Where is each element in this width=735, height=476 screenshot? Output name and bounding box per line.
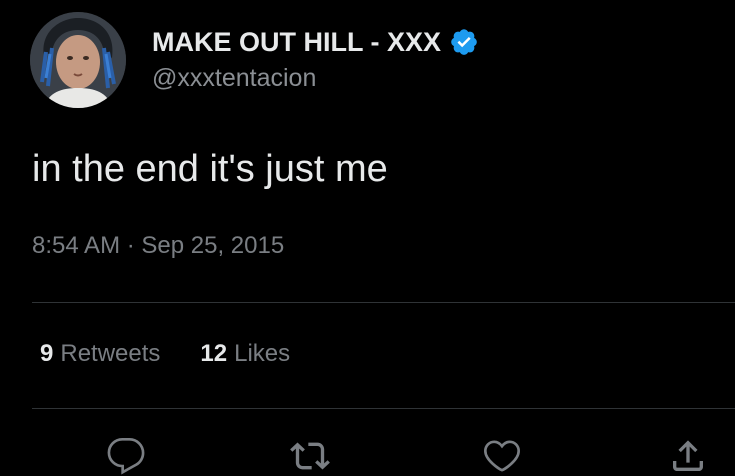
- retweet-button[interactable]: [290, 436, 330, 476]
- like-button[interactable]: [482, 436, 522, 476]
- avatar-image: [30, 12, 126, 108]
- retweets-count: 9: [40, 340, 54, 367]
- action-bar: [0, 430, 735, 475]
- divider: [32, 408, 735, 409]
- reply-icon: [107, 438, 145, 475]
- divider: [32, 302, 735, 303]
- likes-stat[interactable]: 12 Likes: [200, 340, 290, 368]
- likes-count: 12: [200, 340, 228, 367]
- reply-button[interactable]: [106, 436, 146, 476]
- tweet-time[interactable]: 8:54 AM: [32, 232, 120, 259]
- tweet-text: in the end it's just me: [32, 148, 388, 190]
- tweet-card: MAKE OUT HILL - XXX @xxxtentacion in the…: [0, 0, 735, 475]
- user-handle[interactable]: @xxxtentacion: [152, 64, 316, 93]
- heart-icon: [483, 440, 521, 472]
- share-icon: [673, 440, 703, 471]
- share-button[interactable]: [668, 436, 708, 476]
- retweets-stat[interactable]: 9 Retweets: [40, 340, 160, 368]
- display-name[interactable]: MAKE OUT HILL - XXX: [152, 27, 441, 58]
- retweet-icon: [290, 442, 330, 470]
- tweet-stats: 9 Retweets 12 Likes: [40, 340, 290, 368]
- likes-label: Likes: [234, 340, 291, 367]
- avatar[interactable]: [30, 12, 126, 108]
- meta-separator: ·: [126, 232, 135, 259]
- retweets-label: Retweets: [60, 340, 161, 367]
- tweet-date[interactable]: Sep 25, 2015: [141, 232, 284, 259]
- display-name-row: MAKE OUT HILL - XXX: [152, 22, 479, 62]
- tweet-timestamp: 8:54 AM · Sep 25, 2015: [32, 232, 284, 260]
- verified-badge-icon: [449, 27, 479, 57]
